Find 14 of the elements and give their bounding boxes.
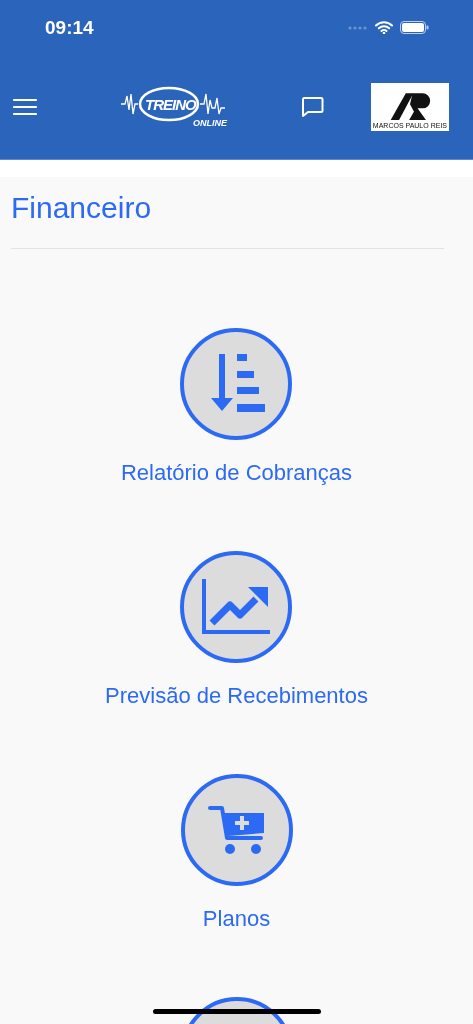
menu-label[interactable]: Previsão de Recebimentos <box>105 683 368 709</box>
chat-button[interactable] <box>301 96 324 118</box>
logo-subtitle: ONLINE <box>193 119 227 128</box>
menu-label[interactable]: Relatório de Cobranças <box>120 460 353 486</box>
line-chart-icon <box>202 579 271 635</box>
signal-icon <box>348 25 368 30</box>
page-title: Financeiro <box>11 190 444 249</box>
menu-button[interactable] <box>13 98 37 116</box>
battery-icon <box>400 21 429 34</box>
status-time: 09:14 <box>45 16 95 39</box>
menu-label[interactable]: Planos <box>202 906 271 932</box>
cart-add-icon <box>207 805 266 855</box>
logo-wordmark: TREINO <box>145 96 196 112</box>
wifi-icon <box>375 21 393 34</box>
